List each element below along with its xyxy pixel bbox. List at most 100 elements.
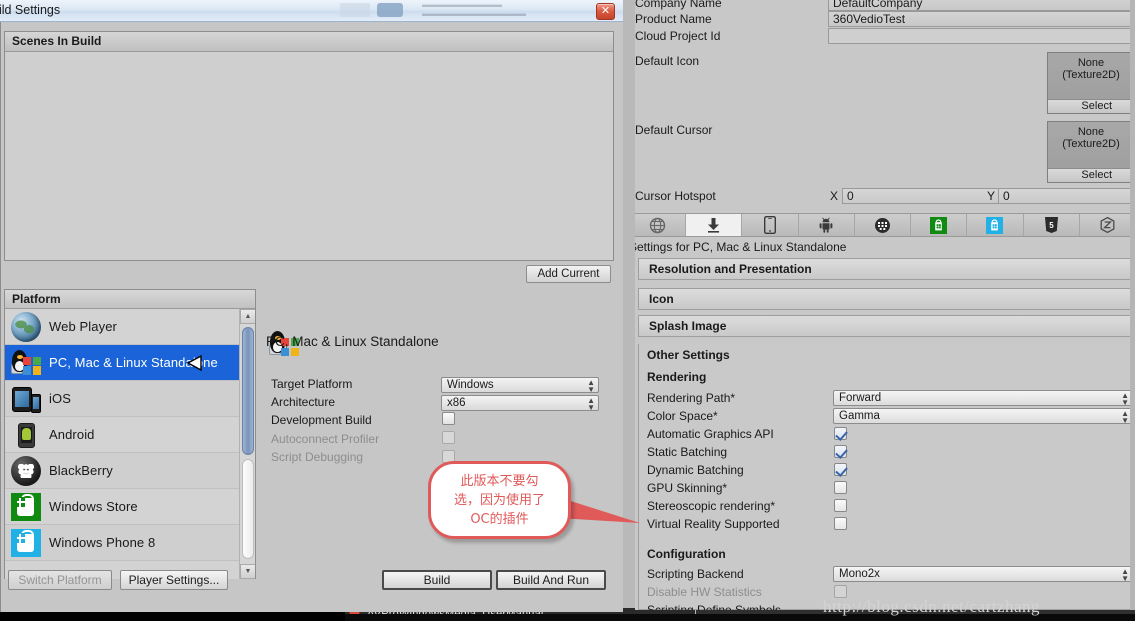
default-icon-select-button[interactable]: Select	[1048, 99, 1134, 113]
default-cursor-select-button[interactable]: Select	[1048, 168, 1134, 182]
platform-item-windows-store[interactable]: Windows Store	[5, 489, 255, 525]
scenes-list[interactable]	[5, 52, 613, 260]
scripting-define-symbols-label: Scripting Define Symbols	[647, 603, 782, 610]
unity-logo-icon	[186, 354, 202, 371]
tizen-tab[interactable]	[1080, 214, 1135, 236]
default-icon-object-field[interactable]: None (Texture2D) Select	[1047, 52, 1135, 114]
windows-store-tab[interactable]	[911, 214, 968, 236]
platform-tab-bar: 5	[635, 213, 1135, 237]
stereoscopic-rendering-checkbox[interactable]	[834, 499, 847, 512]
tizen-icon	[1100, 217, 1115, 233]
autoconnect-profiler-checkbox	[442, 431, 455, 444]
chevron-updown-icon: ▲ ▼	[1121, 391, 1129, 407]
product-name-input[interactable]: 360VedioTest	[828, 11, 1135, 27]
color-space-dropdown[interactable]: Gamma ▲ ▼	[833, 408, 1133, 425]
cursor-hotspot-y-input[interactable]: 0	[998, 188, 1135, 204]
build-and-run-button[interactable]: Build And Run	[496, 570, 606, 590]
chevron-updown-icon: ▲ ▼	[587, 396, 595, 412]
scrollbar-thumb[interactable]	[242, 327, 254, 455]
android-tab[interactable]	[799, 214, 855, 236]
platform-item-web-player[interactable]: Web Player	[5, 309, 255, 345]
cursor-hotspot-label: Cursor Hotspot	[635, 189, 716, 203]
development-build-label: Development Build	[271, 413, 372, 427]
ios-tab[interactable]	[742, 214, 799, 236]
html5-icon: 5	[1044, 217, 1058, 233]
window-title: uild Settings	[0, 3, 61, 17]
annotation-line-1: 此版本不要勾	[460, 473, 539, 489]
cloud-project-id-input[interactable]	[828, 28, 1135, 44]
platform-list-scrollbar[interactable]: ▲ ▼	[239, 309, 255, 579]
color-space-value: Gamma	[839, 410, 880, 422]
virtual-reality-supported-checkbox[interactable]	[834, 517, 847, 530]
cloud-project-id-label: Cloud Project Id	[635, 29, 721, 43]
cursor-hotspot-x-label: X	[830, 189, 839, 203]
windows-store-icon	[11, 493, 41, 521]
chevron-updown-icon: ▲ ▼	[587, 378, 595, 394]
section-resolution-and-presentation[interactable]: Resolution and Presentation	[638, 258, 1132, 280]
windows-phone-tab[interactable]	[967, 214, 1024, 236]
platform-item-blackberry[interactable]: BlackBerry	[5, 453, 255, 489]
platform-item-android[interactable]: Android	[5, 417, 255, 453]
scripting-backend-value: Mono2x	[839, 568, 880, 580]
blackberry-tab[interactable]	[855, 214, 912, 236]
annotation-callout: 此版本不要勾 选，因为使用了 OC的插件	[428, 461, 571, 539]
platform-item-label: Windows Phone 8	[49, 535, 156, 550]
architecture-dropdown[interactable]: x86 ▲ ▼	[441, 395, 599, 412]
scroll-up-arrow-icon[interactable]: ▲	[240, 309, 255, 324]
player-settings-button[interactable]: Player Settings...	[120, 570, 228, 590]
android-icon	[819, 217, 833, 233]
title-bar[interactable]: uild Settings ▬▬▬▬▬▬▬▬▬▬▬▬▬▬▬▬▬▬▬▬▬▬▬ ✕	[0, 0, 623, 22]
cursor-hotspot-x-input[interactable]: 0	[842, 188, 1002, 204]
platform-item-label: Android	[49, 427, 95, 442]
architecture-label: Architecture	[271, 395, 336, 409]
add-current-button[interactable]: Add Current	[526, 265, 611, 283]
standalone-tab[interactable]	[686, 214, 743, 236]
web-player-tab[interactable]	[635, 214, 687, 236]
inspector-scrollbar[interactable]	[1130, 0, 1135, 610]
company-name-input[interactable]: DefaultCompany	[828, 0, 1135, 11]
architecture-value: x86	[447, 397, 466, 409]
switch-platform-button: Switch Platform	[8, 570, 112, 590]
platform-item-ios[interactable]: iOS	[5, 381, 255, 417]
build-button[interactable]: Build	[382, 570, 492, 590]
titlebar-ghost-a	[340, 3, 370, 17]
automatic-graphics-api-label: Automatic Graphics API	[647, 427, 774, 441]
default-cursor-label: Default Cursor	[635, 123, 713, 137]
development-build-checkbox[interactable]	[442, 412, 455, 425]
windows-phone-8-icon	[11, 529, 41, 557]
platform-item-windows-phone-8[interactable]: Windows Phone 8	[5, 525, 255, 561]
dynamic-batching-checkbox[interactable]	[834, 463, 847, 476]
target-platform-dropdown[interactable]: Windows ▲ ▼	[441, 377, 599, 394]
platform-item-pc-mac-linux-standalone[interactable]: PC, Mac & Linux Standalone	[5, 345, 255, 381]
default-cursor-object-field[interactable]: None (Texture2D) Select	[1047, 121, 1135, 183]
default-cursor-value: None	[1077, 126, 1105, 138]
download-icon	[708, 218, 720, 233]
section-other-settings-title[interactable]: Other Settings	[647, 348, 730, 362]
chevron-updown-icon: ▲ ▼	[1121, 567, 1129, 583]
color-space-label: Color Space*	[647, 409, 718, 423]
gpu-skinning-checkbox[interactable]	[834, 481, 847, 494]
rendering-path-label: Rendering Path*	[647, 391, 736, 405]
svg-text:5: 5	[1049, 221, 1054, 230]
scripting-backend-dropdown[interactable]: Mono2x ▲ ▼	[833, 566, 1133, 583]
disable-hw-statistics-label: Disable HW Statistics	[647, 585, 762, 599]
close-button[interactable]: ✕	[596, 3, 615, 20]
virtual-reality-supported-label: Virtual Reality Supported	[647, 517, 780, 531]
globe-icon	[649, 217, 666, 233]
html5-tab[interactable]: 5	[1024, 214, 1080, 236]
scrollbar-track[interactable]	[242, 459, 254, 559]
section-splash-image[interactable]: Splash Image	[638, 315, 1132, 337]
automatic-graphics-api-checkbox[interactable]	[834, 427, 847, 440]
static-batching-checkbox[interactable]	[834, 445, 847, 458]
player-settings-inspector: Company Name DefaultCompany Product Name…	[635, 0, 1135, 610]
scroll-down-arrow-icon[interactable]: ▼	[240, 564, 255, 579]
blackberry-icon	[874, 217, 890, 233]
platform-item-label: BlackBerry	[49, 463, 113, 478]
scenes-in-build-panel: Scenes In Build	[4, 31, 614, 261]
titlebar-ghost-b	[377, 3, 403, 17]
pc-mac-linux-icon	[11, 348, 41, 378]
rendering-path-dropdown[interactable]: Forward ▲ ▼	[833, 390, 1133, 407]
scripting-backend-label: Scripting Backend	[647, 567, 744, 581]
desktop-black-strip	[0, 612, 345, 621]
section-icon[interactable]: Icon	[638, 288, 1132, 310]
